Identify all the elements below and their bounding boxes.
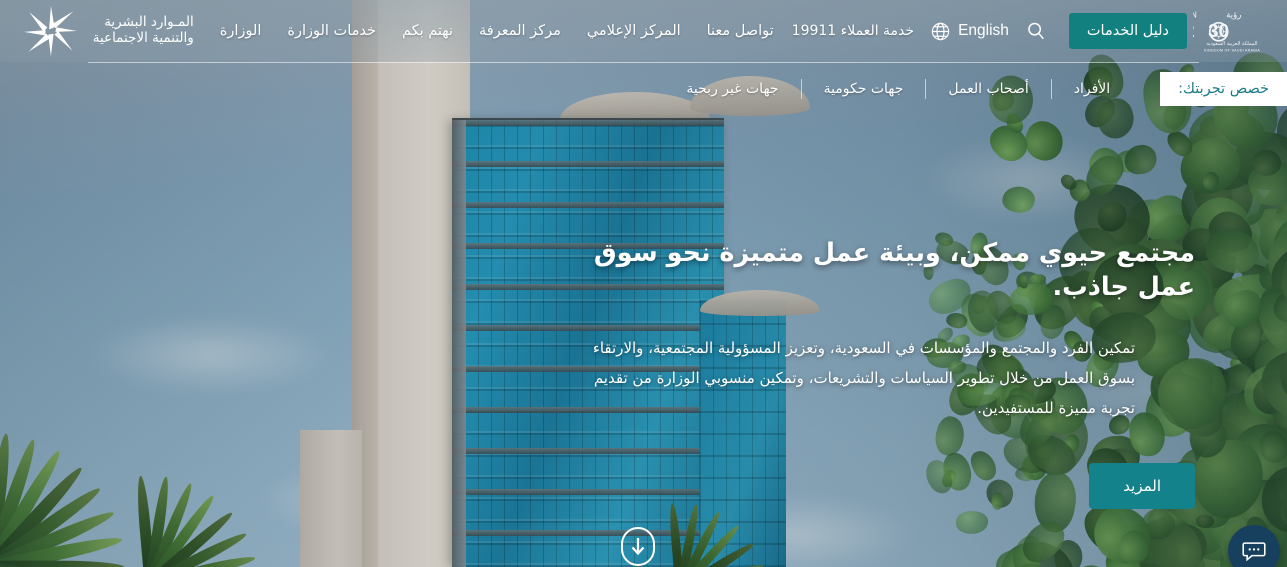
tab-employers[interactable]: أصحاب العمل	[926, 75, 1050, 103]
hero-paragraph: تمكين الفرد والمجتمع والمؤسسات في السعود…	[592, 338, 1135, 417]
hero-more-button[interactable]: المزيد	[1089, 462, 1195, 509]
tab-separator	[925, 79, 927, 99]
svg-text:2: 2	[1193, 20, 1195, 41]
vision-2030-logo-icon: VISION رؤية 2 30 المملكة العربية السعودي…	[1193, 11, 1260, 53]
tab-individuals[interactable]: الأفراد	[1052, 75, 1132, 103]
services-guide-button[interactable]: دليل الخدمات	[1068, 13, 1187, 49]
svg-text:30: 30	[1208, 20, 1229, 41]
audience-tab-list: الأفراد أصحاب العمل جهات حكومية جهات غير…	[664, 72, 1132, 106]
tab-government-entities[interactable]: جهات حكومية	[802, 75, 926, 103]
tab-separator	[1050, 79, 1052, 99]
globe-icon	[931, 22, 950, 40]
svg-text:VISION: VISION	[1193, 11, 1198, 20]
nav-item-we-care[interactable]: نهتم بكم	[400, 19, 455, 43]
vision-2030-logo[interactable]: VISION رؤية 2 30 المملكة العربية السعودي…	[1193, 8, 1271, 54]
svg-text:المملكة العربية السعودية: المملكة العربية السعودية	[1206, 41, 1257, 47]
language-switcher[interactable]: English	[930, 21, 1009, 42]
eight-point-star-icon	[23, 5, 77, 57]
customer-service-label[interactable]: خدمة العملاء 19911	[792, 23, 914, 39]
scroll-down-arrow-icon	[621, 527, 655, 566]
main-navigation: تواصل معنا المركز الإعلامي مركز المعرفة …	[218, 19, 776, 43]
tab-customize-experience[interactable]: خصص تجربتك:	[1160, 72, 1287, 106]
subnav-divider	[88, 62, 1199, 63]
scroll-down-indicator[interactable]	[620, 526, 656, 567]
nav-item-ministry-services[interactable]: خدمات الوزارة	[285, 19, 378, 43]
brand-line-2: والتنمية الاجتماعية	[92, 30, 194, 46]
nav-item-media-center[interactable]: المركز الإعلامي	[585, 19, 683, 43]
search-icon[interactable]	[1025, 20, 1047, 42]
hero-title: مجتمع حيوي ممكن، وبيئة عمل متميزة نحو سو…	[593, 238, 1195, 303]
language-label: English	[958, 22, 1009, 39]
chat-bubble-icon	[1242, 542, 1266, 562]
sub-navigation-bar: خصص تجربتك: الأفراد أصحاب العمل جهات حكو…	[0, 62, 1287, 112]
ministry-brand-logo[interactable]: المـوارد البشرية والتنمية الاجتماعية	[13, 4, 194, 58]
tab-separator	[800, 79, 802, 99]
hero-content: مجتمع حيوي ممكن، وبيئة عمل متميزة نحو سو…	[575, 236, 1195, 509]
svg-text:رؤية: رؤية	[1226, 11, 1241, 21]
top-header-bar: VISION رؤية 2 30 المملكة العربية السعودي…	[0, 0, 1287, 62]
nav-item-contact[interactable]: تواصل معنا	[705, 19, 776, 43]
nav-item-knowledge-center[interactable]: مركز المعرفة	[477, 19, 563, 43]
svg-text:KINGDOM OF SAUDI ARABIA: KINGDOM OF SAUDI ARABIA	[1204, 48, 1260, 52]
utility-links: English خدمة العملاء 19911	[792, 20, 1047, 42]
ministry-brand-text: المـوارد البشرية والتنمية الاجتماعية	[92, 14, 194, 47]
nav-item-ministry[interactable]: الوزارة	[218, 19, 264, 43]
tab-nonprofit-entities[interactable]: جهات غير ربحية	[664, 75, 800, 103]
brand-line-1: المـوارد البشرية	[104, 14, 194, 31]
page-root: VISION رؤية 2 30 المملكة العربية السعودي…	[0, 0, 1287, 567]
